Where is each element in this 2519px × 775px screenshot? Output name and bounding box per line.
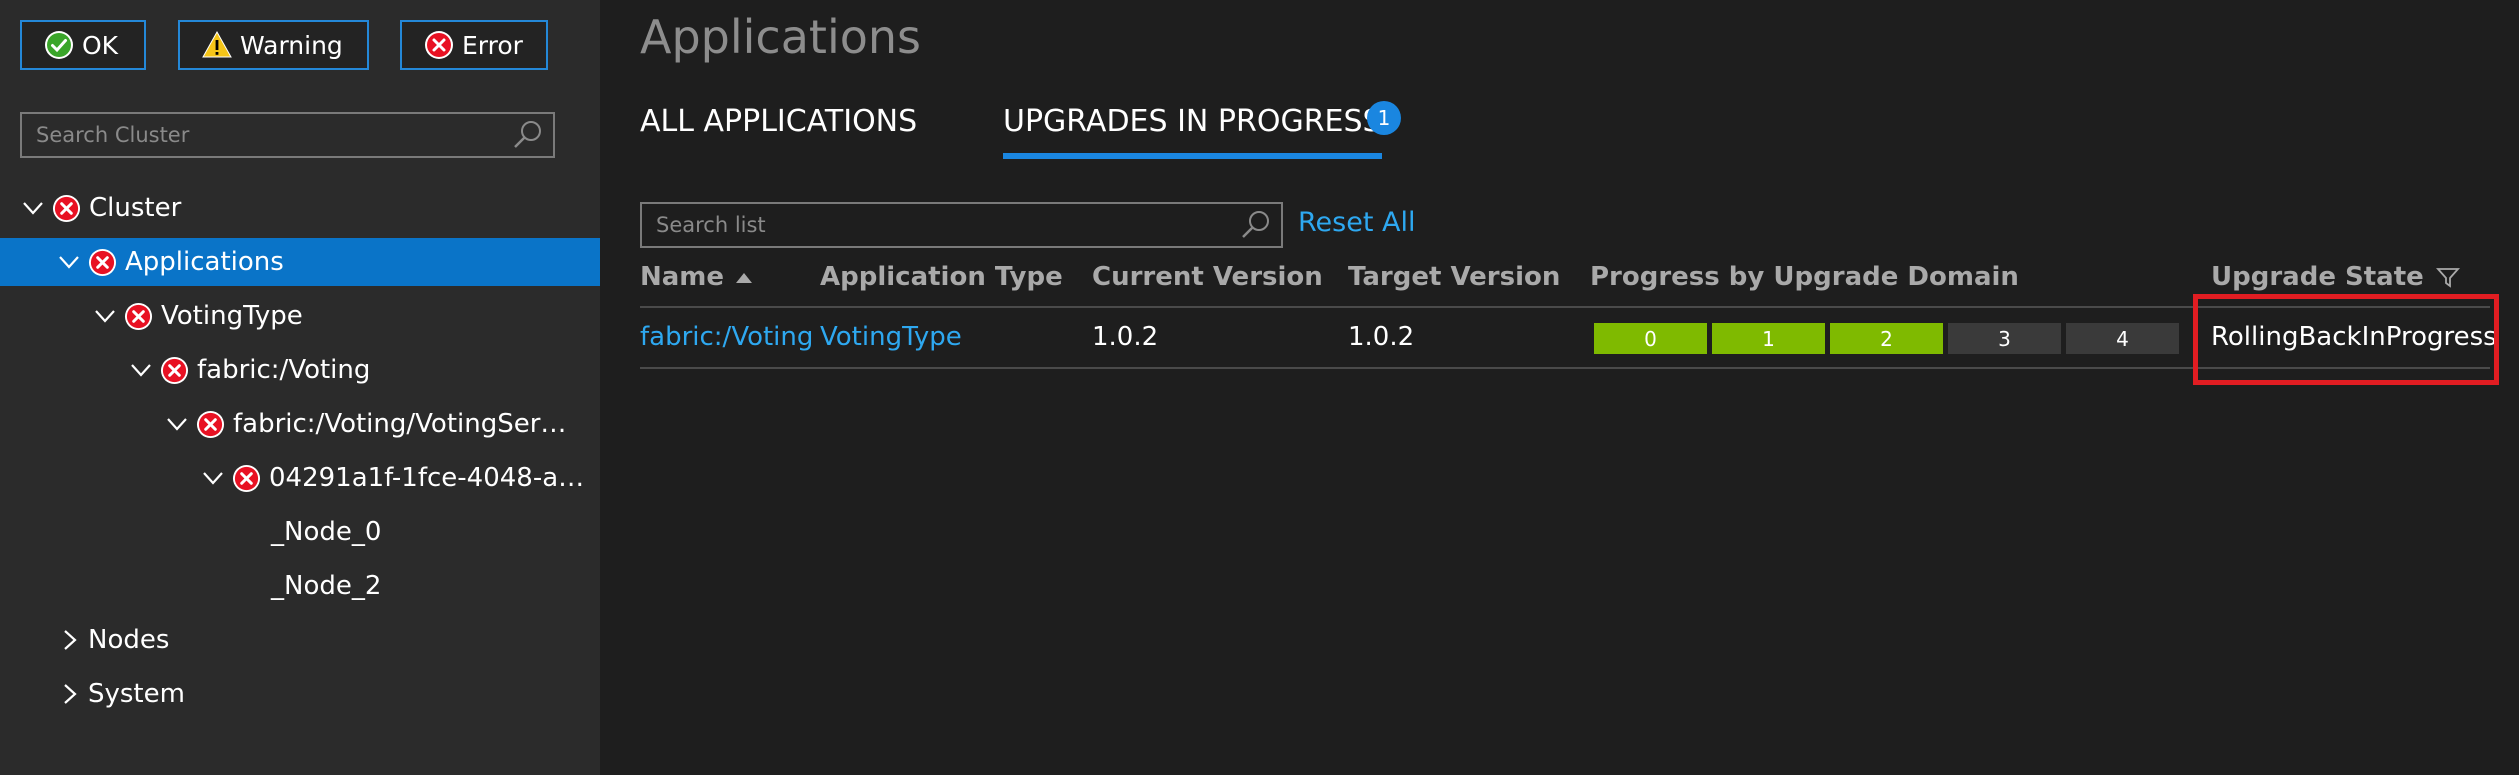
tree-item-node-2[interactable]: _Node_2 [0,562,600,610]
column-header-progress[interactable]: Progress by Upgrade Domain [1590,262,2019,292]
tree-item-label: fabric:/Voting [197,355,371,385]
search-icon[interactable] [1239,208,1273,242]
chevron-right-icon[interactable] [56,681,82,707]
upgrade-state-highlight [2193,294,2499,385]
error-filter-button[interactable]: Error [400,20,548,70]
upgrade-domain-1: 1 [1712,323,1825,354]
chevron-down-icon[interactable] [164,411,190,437]
column-header-current-version[interactable]: Current Version [1092,262,1323,292]
upgrade-domain-0: 0 [1594,323,1707,354]
reset-all-link[interactable]: Reset All [1298,207,1415,238]
error-filter-label: Error [462,30,523,60]
current-version-cell: 1.0.2 [1092,322,1159,352]
column-header-upgrade-state[interactable]: Upgrade State [2211,262,2460,292]
tree-item-node-0[interactable]: _Node_0 [0,508,600,556]
tree-item-partition[interactable]: 04291a1f-1fce-4048-a… [0,454,600,502]
sidebar: OK Warning Error Cluster Applications Vo… [0,0,600,775]
check-circle-icon [45,31,73,59]
tree-item-applications[interactable]: Applications [0,238,600,286]
chevron-down-icon[interactable] [128,357,154,383]
upgrade-domain-2: 2 [1830,323,1943,354]
column-header-target-version[interactable]: Target Version [1348,262,1560,292]
tree-item-votingtype[interactable]: VotingType [0,292,600,340]
tree-item-label: _Node_2 [271,571,382,601]
ok-filter-button[interactable]: OK [20,20,146,70]
search-cluster-input[interactable] [36,123,511,147]
tree-item-label: Nodes [88,625,170,655]
search-list-input[interactable] [656,213,1239,237]
upgrade-domain-4: 4 [2066,323,2179,354]
warning-filter-label: Warning [240,30,343,60]
search-cluster-field[interactable] [20,112,555,158]
column-header-name[interactable]: Name [640,262,754,292]
tab-all-applications[interactable]: ALL APPLICATIONS [640,104,917,139]
column-header-label: Name [640,262,725,292]
tree-item-label: 04291a1f-1fce-4048-a… [269,463,585,493]
search-list-field[interactable] [640,202,1283,248]
column-header-application-type[interactable]: Application Type [820,262,1063,292]
column-header-label: Upgrade State [2211,262,2424,292]
chevron-down-icon[interactable] [92,303,118,329]
search-icon[interactable] [511,118,545,152]
chevron-right-icon[interactable] [56,627,82,653]
chevron-down-icon[interactable] [56,249,82,275]
tree-item-label: VotingType [161,301,303,331]
application-type-link[interactable]: VotingType [820,322,962,352]
tree-item-label: fabric:/Voting/VotingSer… [233,409,567,439]
tree-item-label: System [88,679,185,709]
error-status-icon [232,464,261,493]
tree-item-system[interactable]: System [0,670,600,718]
upgrade-domain-3: 3 [1948,323,2061,354]
count-badge: 1 [1367,101,1401,135]
error-circle-icon [424,30,454,60]
error-status-icon [160,356,189,385]
target-version-cell: 1.0.2 [1348,322,1415,352]
sort-ascending-icon [736,273,753,283]
page-title: Applications [640,10,921,64]
tree-item-label: Applications [125,247,284,277]
tree-item-voting-service[interactable]: fabric:/Voting/VotingSer… [0,400,600,448]
chevron-down-icon[interactable] [200,465,226,491]
tree-item-label: Cluster [89,193,182,223]
tree-item-label: _Node_0 [271,517,382,547]
tab-label: UPGRADES IN PROGRESS [1003,104,1382,139]
filter-icon[interactable] [2435,266,2460,288]
tab-upgrades-in-progress[interactable]: UPGRADES IN PROGRESS [1003,104,1382,159]
error-status-icon [52,194,81,223]
tree-item-nodes[interactable]: Nodes [0,616,600,664]
chevron-down-icon[interactable] [20,195,46,221]
ok-filter-label: OK [82,30,119,60]
warning-triangle-icon [202,30,232,58]
application-name-link[interactable]: fabric:/Voting [640,322,813,352]
error-status-icon [196,410,225,439]
tree-item-fabric-voting[interactable]: fabric:/Voting [0,346,600,394]
error-status-icon [124,302,153,331]
warning-filter-button[interactable]: Warning [178,20,369,70]
tree-item-cluster[interactable]: Cluster [0,184,600,232]
error-status-icon [88,248,117,277]
